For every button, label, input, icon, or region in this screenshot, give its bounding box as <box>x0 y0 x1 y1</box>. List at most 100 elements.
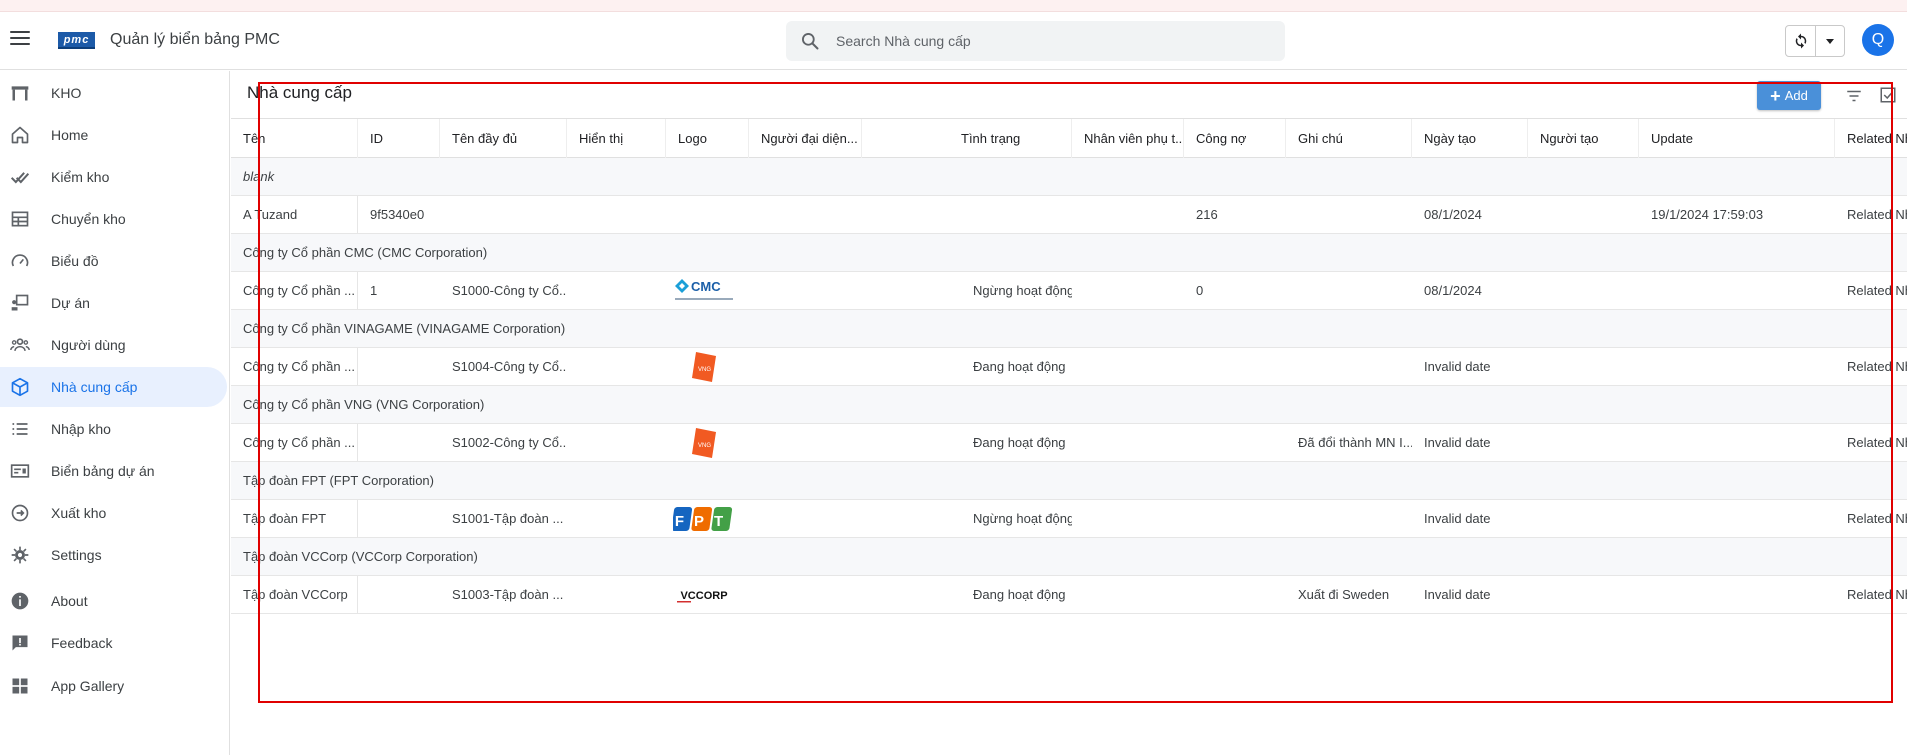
sidebar-item-feedback[interactable]: Feedback <box>0 623 227 663</box>
column-header[interactable]: Công nợ <box>1184 119 1286 158</box>
cell-related[interactable]: Related Nh <box>1835 424 1907 461</box>
sidebar-item-kho[interactable]: KHO <box>0 73 227 113</box>
table-row[interactable]: Công ty Cổ phần ... S1002-Công ty Cổ... … <box>231 424 1907 462</box>
user-avatar[interactable]: Q <box>1862 24 1894 56</box>
column-header[interactable]: Tên đầy đủ <box>440 119 567 158</box>
sidebar-item-settings[interactable]: Settings <box>0 535 227 575</box>
cell-tinh-trang: Ngừng hoạt động <box>973 511 1072 526</box>
cell-id: 1 <box>370 283 378 298</box>
caret-down-icon <box>1826 39 1834 44</box>
column-header[interactable]: Người đại diện... <box>749 119 862 158</box>
column-header[interactable]: Related Nh <box>1835 119 1907 158</box>
cell-ghi-chu: Xuất đi Sweden <box>1298 587 1390 602</box>
cell-tinh-trang: Đang hoạt động <box>973 435 1066 450</box>
sidebar-item-kiem-kho[interactable]: Kiểm kho <box>0 157 227 197</box>
fpt-logo-text: FPT <box>675 513 733 530</box>
cell-related[interactable]: Related Nh <box>1835 272 1907 309</box>
vng-logo-text: VNG <box>698 443 711 449</box>
vccorp-logo-text: VCCORP <box>680 590 727 602</box>
checkbox-icon[interactable] <box>1879 86 1897 104</box>
sidebar-item-home[interactable]: Home <box>0 115 227 155</box>
sidebar-label: KHO <box>51 85 82 101</box>
apps-icon <box>9 675 31 697</box>
page-title: Nhà cung cấp <box>247 83 352 102</box>
column-header[interactable]: Nhân viên phụ t... <box>1072 119 1184 158</box>
cell-ngay-tao: Invalid date <box>1424 511 1491 526</box>
group-row[interactable]: Công ty Cổ phần VINAGAME (VINAGAME Corpo… <box>231 310 1907 348</box>
sidebar-label: Nhập kho <box>51 421 111 437</box>
sidebar-item-about[interactable]: About <box>0 581 227 621</box>
column-header[interactable]: Ghi chú <box>1286 119 1412 158</box>
double-check-icon <box>9 166 31 188</box>
sidebar-item-nha-cung-cap[interactable]: Nhà cung cấp <box>0 367 227 407</box>
refresh-button[interactable] <box>1786 26 1816 56</box>
refresh-options-button[interactable] <box>1816 26 1844 56</box>
sidebar-item-app-gallery[interactable]: App Gallery <box>0 666 227 706</box>
table-row[interactable]: Công ty Cổ phần ... S1004-Công ty Cổ... … <box>231 348 1907 386</box>
sidebar-item-bieu-do[interactable]: Biểu đồ <box>0 241 227 281</box>
cmc-logo-text: CMC <box>691 279 721 294</box>
sidebar-item-nhap-kho[interactable]: Nhập kho <box>0 409 227 449</box>
speedometer-icon <box>9 250 31 272</box>
column-header[interactable]: Ngày tạo <box>1412 119 1528 158</box>
sidebar-label: About <box>51 593 88 609</box>
cell-ngay-tao: 08/1/2024 <box>1424 207 1482 222</box>
search-bar[interactable] <box>786 21 1285 61</box>
cell-related[interactable]: Related Nh <box>1835 196 1907 233</box>
column-header[interactable]: Tình trạng <box>862 119 1072 158</box>
column-header[interactable]: ID <box>358 119 440 158</box>
column-header[interactable]: Update <box>1639 119 1835 158</box>
home-icon <box>9 124 31 146</box>
cell-tinh-trang: Đang hoạt động <box>973 359 1066 374</box>
table-row[interactable]: Tập đoàn VCCorp S1003-Tập đoàn ... VCCOR… <box>231 576 1907 614</box>
sidebar-item-du-an[interactable]: Dự án <box>0 283 227 323</box>
sidebar-label: Người dùng <box>51 337 126 353</box>
table-row[interactable]: Tập đoàn FPT S1001-Tập đoàn ... FPT Ngừn… <box>231 500 1907 538</box>
filter-icon[interactable] <box>1845 87 1863 105</box>
cell-update: 19/1/2024 17:59:03 <box>1651 207 1764 222</box>
add-label: Add <box>1784 88 1808 103</box>
group-label: blank <box>243 169 275 184</box>
group-row[interactable]: Tập đoàn FPT (FPT Corporation) <box>231 462 1907 500</box>
menu-icon[interactable] <box>10 31 30 47</box>
warehouse-icon <box>9 82 31 104</box>
list-icon <box>9 418 31 440</box>
group-row[interactable]: blank <box>231 158 1907 196</box>
cell-related[interactable]: Related Nh <box>1835 576 1907 613</box>
column-header[interactable]: Logo <box>666 119 749 158</box>
sidebar-label: Xuất kho <box>51 505 107 521</box>
search-input[interactable] <box>834 21 1264 61</box>
sidebar-label: App Gallery <box>51 678 125 694</box>
presentation-icon <box>9 292 31 314</box>
group-row[interactable]: Công ty Cổ phần VNG (VNG Corporation) <box>231 386 1907 424</box>
table-row[interactable]: Công ty Cổ phần ... 1 S1000-Công ty Cổ..… <box>231 272 1907 310</box>
table-row[interactable]: A Tuzand 9f5340e0 216 08/1/2024 19/1/202… <box>231 196 1907 234</box>
cell-related[interactable]: Related Nh <box>1835 500 1907 537</box>
vng-logo: VNG <box>669 350 739 384</box>
sidebar-item-chuyen-kho[interactable]: Chuyển kho <box>0 199 227 239</box>
cell-related[interactable]: Related Nh <box>1835 348 1907 385</box>
group-row[interactable]: Công ty Cổ phần CMC (CMC Corporation) <box>231 234 1907 272</box>
table-header: Tên ID Tên đầy đủ Hiển thị Logo Người đạ… <box>231 118 1907 158</box>
column-header[interactable]: Người tạo <box>1528 119 1639 158</box>
group-row[interactable]: Tập đoàn VCCorp (VCCorp Corporation) <box>231 538 1907 576</box>
search-icon <box>802 33 819 50</box>
group-label: Tập đoàn VCCorp (VCCorp Corporation) <box>243 549 478 564</box>
app-header: pmc Quản lý biển bảng PMC Q <box>0 12 1907 70</box>
add-button[interactable]: + Add <box>1757 81 1821 110</box>
feedback-icon <box>9 632 31 654</box>
cell-ngay-tao: Invalid date <box>1424 587 1491 602</box>
cell-ten-day-du: S1003-Tập đoàn ... <box>452 587 564 602</box>
vccorp-logo: VCCORP <box>669 578 739 612</box>
sidebar-item-nguoi-dung[interactable]: Người dùng <box>0 325 227 365</box>
sidebar-label: Dự án <box>51 295 90 311</box>
sidebar-item-bien-bang-du-an[interactable]: Biển bảng dự án <box>0 451 227 491</box>
column-header[interactable]: Tên <box>231 119 358 158</box>
column-header[interactable]: Hiển thị <box>567 119 666 158</box>
cell-ten: Tập đoàn FPT <box>231 500 358 537</box>
fpt-logo: FPT <box>669 502 739 536</box>
sidebar-item-xuat-kho[interactable]: Xuất kho <box>0 493 227 533</box>
cube-icon <box>9 376 31 398</box>
table-icon <box>9 208 31 230</box>
cell-ten-day-du: S1000-Công ty Cổ... <box>452 283 567 298</box>
